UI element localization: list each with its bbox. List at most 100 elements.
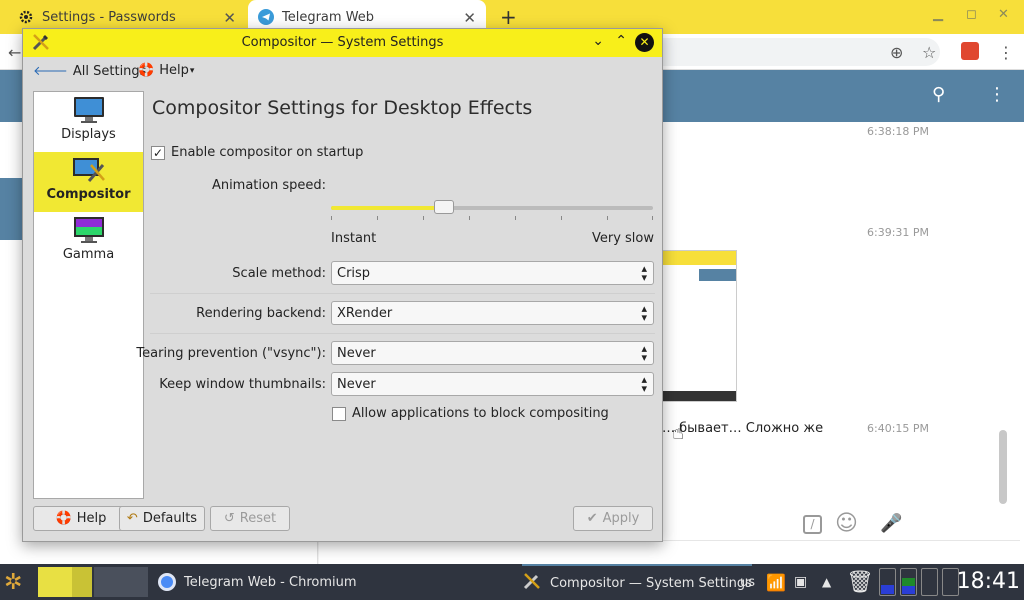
updown-chevron-icon: ▴ ▾ (641, 373, 647, 395)
chat-scrollbar[interactable] (999, 430, 1007, 504)
dialog-toolbar: 🡐 All Settings 🛟 Help ▾ (23, 57, 662, 85)
tearing-prevention-select[interactable]: Never ▴ ▾ (331, 341, 654, 365)
help-icon: 🛟 (55, 511, 72, 526)
message-text: … бывает… Сложно же (662, 421, 824, 436)
window-titlebar[interactable]: Compositor — System Settings ⌄ ⌃ ✕ (23, 29, 662, 57)
hand-cursor-icon: ☝ (672, 420, 685, 444)
slider-handle[interactable] (433, 200, 454, 214)
trash-icon[interactable]: 🗑 (846, 564, 874, 600)
keyboard-layout-indicator[interactable]: us (740, 564, 755, 600)
gear-icon (18, 9, 34, 25)
microphone-icon[interactable]: 🎤 (880, 513, 902, 534)
checkbox-label: Enable compositor on startup (171, 145, 364, 160)
message-time: 6:39:31 PM (867, 226, 930, 239)
allow-block-checkbox[interactable]: Allow applications to block compositing (332, 406, 609, 421)
chevron-down-icon[interactable]: ⌄ (592, 33, 604, 49)
slider-tick (561, 216, 562, 220)
rendering-backend-label: Rendering backend: (196, 306, 326, 321)
new-tab-button[interactable]: + (500, 5, 517, 29)
category-gamma[interactable]: Gamma (34, 212, 143, 272)
virtual-desktop-2[interactable] (94, 567, 148, 597)
task-label: Telegram Web - Chromium (184, 574, 357, 590)
slider-max-label: Very slow (591, 231, 654, 246)
chevron-up-icon[interactable]: ⌃ (615, 33, 627, 49)
task-system-settings[interactable]: Compositor — System Settings (522, 564, 752, 600)
all-settings-button[interactable]: 🡐 All Settings (33, 63, 147, 80)
close-icon[interactable]: ✕ (463, 9, 476, 27)
slider-tick (377, 216, 378, 220)
maximize-icon[interactable]: ◻ (966, 7, 977, 22)
slider-fill (331, 206, 444, 210)
wifi-icon[interactable]: 📶 (766, 564, 786, 600)
task-telegram-chromium[interactable]: Telegram Web - Chromium (158, 564, 357, 600)
button-label: Apply (602, 511, 640, 526)
kde-menu-icon[interactable]: ✲ (4, 564, 22, 600)
slider-tick (331, 216, 332, 220)
defaults-icon: ↶ (126, 511, 138, 526)
telegram-icon (258, 9, 274, 25)
message-image-thumbnail[interactable] (660, 250, 737, 402)
chevron-up-icon[interactable]: ▲ (822, 564, 831, 600)
enable-compositor-checkbox[interactable]: ✓ Enable compositor on startup (151, 145, 363, 160)
back-arrow-icon: 🡐 (33, 64, 68, 79)
checkbox-label: Allow applications to block compositing (352, 406, 609, 421)
message-time: 6:38:18 PM (867, 125, 930, 138)
help-button[interactable]: 🛟 Help (33, 506, 129, 531)
task-label: Compositor — System Settings (550, 575, 752, 591)
apply-button[interactable]: ✔ Apply (573, 506, 653, 531)
taskbar-panel: ✲ Telegram Web - Chromium Compositor — S… (0, 564, 1024, 600)
category-displays[interactable]: Displays (34, 92, 143, 152)
slider-tick (607, 216, 608, 220)
compositor-settings-panel: Compositor Settings for Desktop Effects … (136, 91, 658, 499)
updown-chevron-icon: ▴ ▾ (641, 302, 647, 324)
cpu-meter (879, 568, 896, 596)
window-title: Compositor — System Settings (241, 35, 444, 50)
clock: 18:41 (956, 569, 1020, 594)
button-label: Reset (239, 511, 277, 526)
scale-method-label: Scale method: (232, 266, 326, 281)
chromium-icon (158, 573, 176, 591)
close-icon[interactable]: ✕ (223, 9, 236, 27)
animation-speed-slider[interactable] (331, 200, 653, 214)
checkbox-checked: ✓ (151, 145, 165, 160)
close-window-icon[interactable]: ✕ (998, 7, 1009, 22)
bookmark-star-icon[interactable]: ☆ (922, 43, 936, 62)
memory-meter (900, 568, 917, 596)
chevron-down-icon: ▾ (189, 65, 195, 76)
search-icon[interactable]: ⚲ (932, 84, 945, 105)
slider-tick (652, 216, 653, 220)
swap-meter (921, 568, 938, 596)
category-label: Compositor (46, 187, 131, 202)
commands-icon[interactable]: / (803, 515, 822, 534)
tab-label: Telegram Web (282, 9, 375, 25)
extension-icon[interactable] (961, 42, 979, 60)
checkbox-unchecked (332, 406, 346, 421)
help-menu-label: Help (159, 63, 189, 78)
emoji-icon[interactable]: ☺ (835, 511, 858, 536)
tearing-prevention-label: Tearing prevention ("vsync"): (136, 346, 326, 361)
category-compositor[interactable]: Compositor (34, 152, 143, 212)
window-thumbnails-select[interactable]: Never ▴ ▾ (331, 372, 654, 396)
defaults-button[interactable]: ↶ Defaults (119, 506, 205, 531)
scale-method-select[interactable]: Crisp ▴ ▾ (331, 261, 654, 285)
select-value: Never (337, 346, 376, 361)
category-label: Gamma (62, 247, 115, 262)
back-arrow-icon[interactable]: ← (8, 43, 21, 62)
reset-button[interactable]: ↺ Reset (210, 506, 290, 531)
close-icon[interactable]: ✕ (635, 33, 654, 52)
slider-min-label: Instant (331, 231, 377, 246)
gamma-icon (71, 215, 107, 245)
select-value: Never (337, 377, 376, 392)
page-title: Compositor Settings for Desktop Effects (152, 97, 533, 119)
minimize-icon[interactable]: ▁ (933, 7, 943, 22)
menu-dots-icon[interactable]: ⋮ (998, 43, 1014, 62)
battery-icon[interactable]: ▣ (794, 564, 807, 600)
help-menu-button[interactable]: 🛟 Help ▾ (138, 63, 194, 78)
menu-dots-icon[interactable]: ⋮ (988, 84, 1006, 105)
all-settings-label: All Settings (72, 63, 147, 79)
zoom-plus-icon[interactable]: ⊕ (890, 43, 903, 62)
rendering-backend-select[interactable]: XRender ▴ ▾ (331, 301, 654, 325)
slider-tick (469, 216, 470, 220)
updown-chevron-icon: ▴ ▾ (641, 342, 647, 364)
animation-speed-label: Animation speed: (211, 178, 326, 193)
